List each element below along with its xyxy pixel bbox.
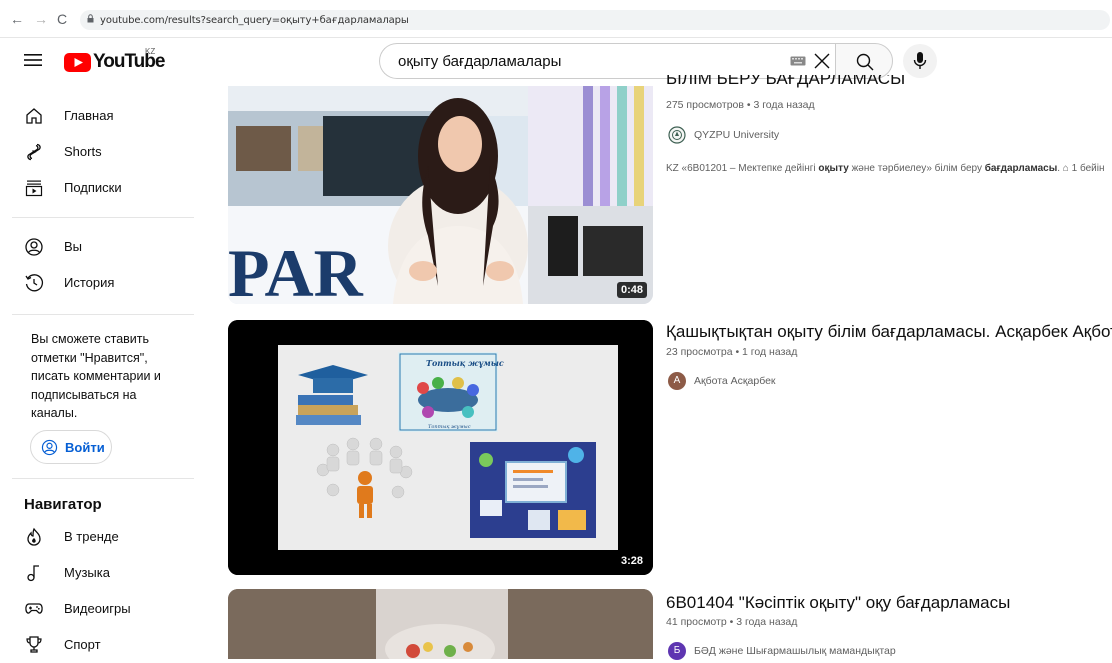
video-title[interactable]: Қашықтықтан оқыту білім бағдарламасы. Ас…	[666, 322, 1112, 342]
login-button[interactable]: Войти	[30, 430, 112, 464]
search-input-value[interactable]: оқыту бағдарламалары	[398, 53, 561, 70]
university-emblem-icon	[668, 126, 686, 144]
sidebar-item-label: История	[64, 275, 115, 290]
search-button[interactable]	[835, 43, 893, 79]
account-circle-icon	[41, 439, 58, 456]
description-highlight: бағдарламасы	[984, 163, 1058, 174]
browser-toolbar: ← → C youtube.com/results?search_query=о…	[0, 0, 1112, 38]
video-duration: 0:48	[616, 282, 647, 298]
description-text: . ⌂ 1 бейін	[1057, 163, 1105, 174]
microphone-icon	[913, 52, 927, 69]
subscriptions-icon	[25, 180, 43, 197]
sidebar-item-you[interactable]: Вы	[0, 229, 200, 265]
sidebar-item-trending[interactable]: В тренде	[0, 519, 200, 555]
navigator-heading: Навигатор	[24, 496, 102, 513]
description-text: KZ «6В01201 – Мектепке дейінгі	[666, 163, 819, 174]
login-label: Войти	[65, 440, 105, 455]
youtube-play-icon	[64, 53, 91, 72]
clear-search-icon[interactable]	[813, 52, 831, 70]
sidebar-item-label: Музыка	[64, 565, 110, 580]
voice-search-button[interactable]	[903, 44, 937, 78]
gaming-icon	[25, 603, 43, 614]
search-icon	[856, 53, 874, 71]
lock-icon	[87, 14, 94, 23]
video-meta: 41 просмотр • 3 года назад	[666, 616, 798, 628]
sidebar-item-history[interactable]: История	[0, 265, 200, 301]
channel-name: Ақбота Асқарбек	[694, 375, 776, 387]
trophy-icon	[26, 636, 42, 653]
music-icon	[27, 565, 39, 582]
thumbnail-image: Топтық жұмыс Топтық жұмыс	[228, 320, 653, 575]
sidebar-item-label: Shorts	[64, 144, 102, 159]
video-meta: 23 просмотра • 1 год назад	[666, 346, 798, 358]
video-thumbnail[interactable]	[228, 589, 653, 659]
slide-label: Топтық жұмыс	[426, 358, 504, 368]
url-text[interactable]: youtube.com/results?search_query=оқыту+б…	[100, 15, 409, 26]
account-icon	[25, 238, 43, 256]
youtube-logo[interactable]: YouTube KZ	[64, 47, 165, 74]
video-meta: 275 просмотров • 3 года назад	[666, 99, 815, 111]
video-description: KZ «6В01201 – Мектепке дейінгі оқыту жән…	[666, 163, 1104, 174]
sidebar-divider	[12, 314, 194, 315]
menu-icon[interactable]	[24, 53, 42, 67]
sidebar-divider	[12, 478, 194, 479]
slide-caption: Топтық жұмыс	[428, 424, 471, 430]
channel-avatar: А	[668, 372, 686, 390]
sidebar-item-shorts[interactable]: Shorts	[0, 134, 200, 170]
sidebar-item-label: Вы	[64, 239, 83, 254]
sidebar-item-label: Видеоигры	[64, 601, 131, 616]
history-icon	[25, 274, 44, 292]
video-thumbnail[interactable]: PAR 0:48	[228, 86, 653, 304]
description-text: және тәрбиелеу» білім беру	[848, 163, 985, 174]
reload-icon[interactable]: C	[57, 11, 67, 27]
sidebar-item-label: В тренде	[64, 529, 119, 544]
sidebar-item-gaming[interactable]: Видеоигры	[0, 591, 200, 627]
forward-icon[interactable]: →	[34, 11, 48, 27]
back-icon[interactable]: ←	[10, 11, 24, 27]
sidebar-item-label: Спорт	[64, 637, 101, 652]
sidebar-item-label: Подписки	[64, 180, 122, 195]
description-highlight: оқыту	[818, 163, 849, 174]
video-thumbnail[interactable]: Топтық жұмыс Топтық жұмыс 3:28	[228, 320, 653, 575]
sidebar-item-sport[interactable]: Спорт	[0, 627, 200, 663]
channel-name: QYZPU University	[694, 129, 780, 141]
channel-name: БӘД және Шығармашылық мамандықтар	[694, 645, 896, 657]
thumbnail-overlay-text: PAR	[228, 235, 364, 304]
sidebar-item-subscriptions[interactable]: Подписки	[0, 170, 200, 206]
thumbnail-image: PAR	[228, 86, 653, 304]
video-title[interactable]: БІЛІМ БЕРУ БАҒДАРЛАМАСЫ	[666, 75, 905, 91]
keyboard-icon[interactable]	[790, 55, 806, 67]
trending-icon	[27, 527, 41, 546]
signin-prompt: Вы сможете ставить отметки "Нравится", п…	[31, 332, 161, 420]
video-duration: 3:28	[616, 553, 647, 569]
shorts-icon	[27, 143, 41, 161]
sidebar-divider	[12, 217, 194, 218]
sidebar-item-home[interactable]: Главная	[0, 98, 200, 134]
channel-avatar: Б	[668, 642, 686, 660]
thumbnail-image	[228, 589, 653, 659]
sidebar-item-music[interactable]: Музыка	[0, 555, 200, 591]
video-title[interactable]: 6В01404 "Кәсіптік оқыту" оқу бағдарламас…	[666, 593, 1010, 613]
home-icon	[26, 108, 42, 124]
country-code: KZ	[145, 47, 156, 56]
sidebar-item-label: Главная	[64, 108, 114, 123]
